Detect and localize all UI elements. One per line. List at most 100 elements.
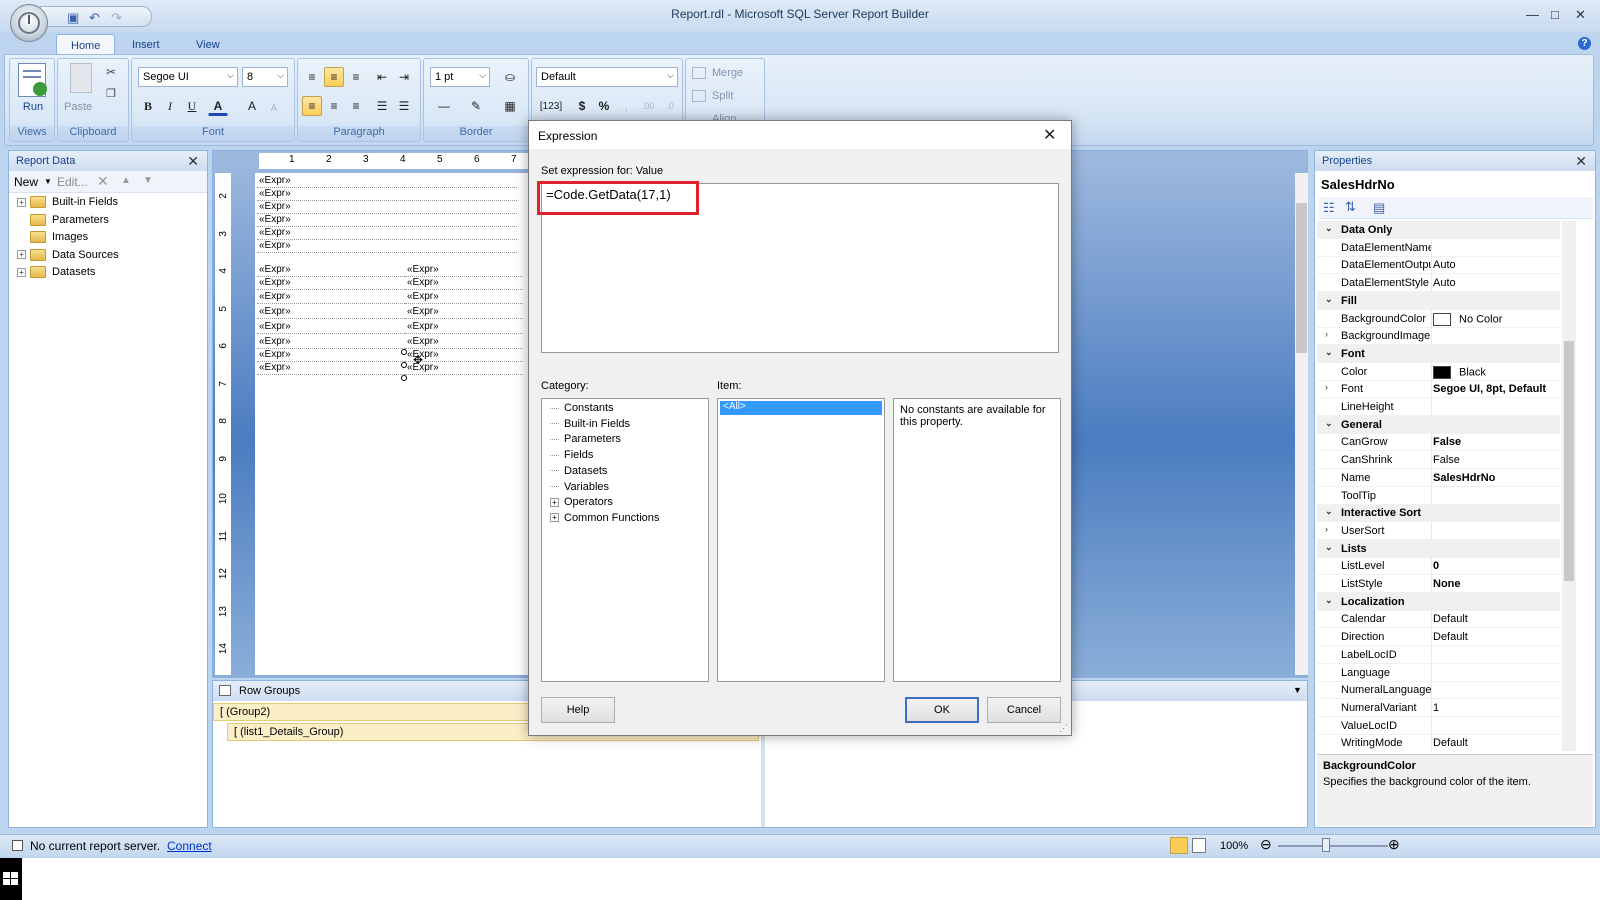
resize-grip-icon[interactable]: ⋰ [1059, 723, 1068, 734]
application-button[interactable] [10, 4, 48, 42]
expr-textbox[interactable]: «Expr» [257, 277, 405, 290]
expr-textbox[interactable]: «Expr» [257, 306, 405, 319]
fill-color-icon[interactable]: ⛀ [496, 67, 524, 87]
tree-item[interactable]: + Datasets [17, 266, 95, 284]
merge-button[interactable]: Merge [712, 67, 743, 79]
category-item[interactable]: Parameters [550, 433, 621, 445]
category-item[interactable]: + Operators [550, 496, 613, 508]
align-center-icon[interactable]: ≡ [324, 96, 344, 116]
align-right-icon[interactable]: ≡ [346, 96, 366, 116]
expr-textbox[interactable]: «Expr» [257, 175, 517, 188]
paste-icon[interactable] [70, 63, 92, 93]
property-row[interactable]: WritingMode Default [1317, 734, 1560, 751]
expr-textbox[interactable]: «Expr» [405, 336, 523, 349]
property-category[interactable]: ⌄ Fill [1317, 291, 1560, 310]
property-row[interactable]: › UserSort [1317, 521, 1560, 540]
property-scrollbar[interactable] [1562, 221, 1576, 751]
property-category[interactable]: ⌄ Lists [1317, 539, 1560, 558]
property-row[interactable]: CanGrow False [1317, 433, 1560, 452]
comma-button[interactable]: , [616, 96, 636, 116]
collapse-icon[interactable]: ⌄ [1325, 595, 1333, 606]
categorized-icon[interactable]: ☷ [1323, 200, 1335, 216]
expr-textbox[interactable]: «Expr» [257, 321, 405, 334]
property-category[interactable]: ⌄ General [1317, 415, 1560, 434]
category-item[interactable]: Fields [550, 449, 593, 461]
zoom-in-icon[interactable]: ⊕ [1388, 836, 1400, 853]
border-width-combo[interactable]: 1 pt ⌵ [430, 67, 490, 87]
delete-icon[interactable]: ✕ [97, 173, 109, 190]
cut-icon[interactable]: ✂ [106, 65, 116, 79]
expr-textbox[interactable]: «Expr» [405, 306, 523, 319]
expr-textbox[interactable]: «Expr» [257, 240, 517, 253]
zoom-out-icon[interactable]: ⊖ [1260, 836, 1272, 853]
currency-button[interactable]: $ [572, 96, 592, 116]
paste-button[interactable]: Paste [64, 101, 92, 113]
expand-icon[interactable]: + [17, 197, 26, 207]
property-value[interactable]: None [1433, 578, 1560, 590]
borders-icon[interactable]: ▦ [496, 96, 524, 116]
vertical-scrollbar[interactable] [1295, 173, 1308, 675]
align-bottom-icon[interactable]: ≡ [346, 67, 366, 87]
property-category[interactable]: ⌄ Localization [1317, 592, 1560, 611]
property-row[interactable]: DataElementOutput Auto [1317, 256, 1560, 275]
increase-indent-icon[interactable]: ⇥ [394, 67, 414, 87]
property-row[interactable]: › Font Segoe UI, 8pt, Default [1317, 380, 1560, 399]
border-style-icon[interactable]: — [430, 96, 458, 116]
property-row[interactable]: NumeralLanguage [1317, 681, 1560, 700]
category-item[interactable]: Constants [550, 402, 614, 414]
increase-decimal-icon[interactable]: .00 [638, 96, 658, 116]
item-list[interactable]: <All> [717, 398, 885, 682]
property-value[interactable]: False [1433, 436, 1560, 448]
property-value[interactable]: 1 [1433, 702, 1560, 714]
property-row[interactable]: Direction Default [1317, 628, 1560, 647]
align-left-icon[interactable]: ≡ [302, 96, 322, 116]
move-up-icon[interactable]: ▲ [121, 175, 131, 186]
property-row[interactable]: LabelLocID [1317, 645, 1560, 664]
close-icon[interactable]: ✕ [187, 153, 199, 170]
copy-icon[interactable]: ❐ [106, 87, 116, 100]
start-button[interactable] [0, 858, 22, 900]
dialog-close-button[interactable]: ✕ [1043, 125, 1056, 145]
expr-textbox[interactable]: «Expr» [257, 201, 517, 214]
property-value[interactable]: Auto [1433, 277, 1560, 289]
underline-button[interactable]: U [182, 96, 202, 116]
numbering-icon[interactable]: ☰ [394, 96, 414, 116]
tab-view[interactable]: View [182, 34, 234, 56]
property-row[interactable]: ListStyle None [1317, 575, 1560, 593]
split-button[interactable]: Split [712, 90, 733, 102]
property-value[interactable]: Default [1433, 631, 1560, 643]
tree-item[interactable]: Parameters [17, 214, 109, 232]
maximize-button[interactable]: □ [1551, 7, 1559, 22]
selection-handle[interactable] [401, 349, 407, 355]
property-value[interactable]: False [1433, 454, 1560, 466]
font-color-button[interactable]: A [208, 96, 228, 116]
expr-textbox[interactable]: «Expr» [257, 336, 405, 349]
border-color-icon[interactable]: ✎ [462, 96, 490, 116]
run-button[interactable]: Run [10, 101, 56, 113]
align-top-icon[interactable]: ≡ [302, 67, 322, 87]
item-all[interactable]: <All> [720, 401, 882, 415]
expr-textbox[interactable]: «Expr» [405, 321, 523, 334]
expr-textbox[interactable]: «Expr» [257, 349, 405, 362]
placeholder-icon[interactable]: [123] [536, 96, 566, 116]
category-list[interactable]: Constants Built-in Fields Parameters Fields… [541, 398, 709, 682]
expr-textbox[interactable]: «Expr» [257, 227, 517, 240]
expr-textbox[interactable]: «Expr» [257, 264, 405, 277]
ok-button[interactable]: OK [905, 697, 979, 723]
cancel-button[interactable]: Cancel [987, 697, 1061, 723]
zoom-slider-thumb[interactable] [1322, 838, 1330, 852]
close-icon[interactable]: ✕ [1575, 153, 1587, 170]
minimize-button[interactable]: — [1526, 7, 1539, 22]
property-row[interactable]: LineHeight [1317, 398, 1560, 416]
preview-icon[interactable] [1192, 838, 1206, 853]
bold-button[interactable]: B [138, 96, 158, 116]
property-row[interactable]: Color Black [1317, 362, 1560, 381]
expr-textbox[interactable]: «Expr» [257, 291, 405, 304]
property-row[interactable]: Name SalesHdrNo [1317, 468, 1560, 487]
percent-button[interactable]: % [594, 96, 614, 116]
shrink-font-button[interactable]: A [264, 98, 284, 118]
bullets-icon[interactable]: ☰ [372, 96, 392, 116]
edit-button[interactable]: Edit... [57, 175, 88, 189]
expand-icon[interactable]: › [1325, 524, 1328, 534]
property-row[interactable]: CanShrink False [1317, 451, 1560, 470]
